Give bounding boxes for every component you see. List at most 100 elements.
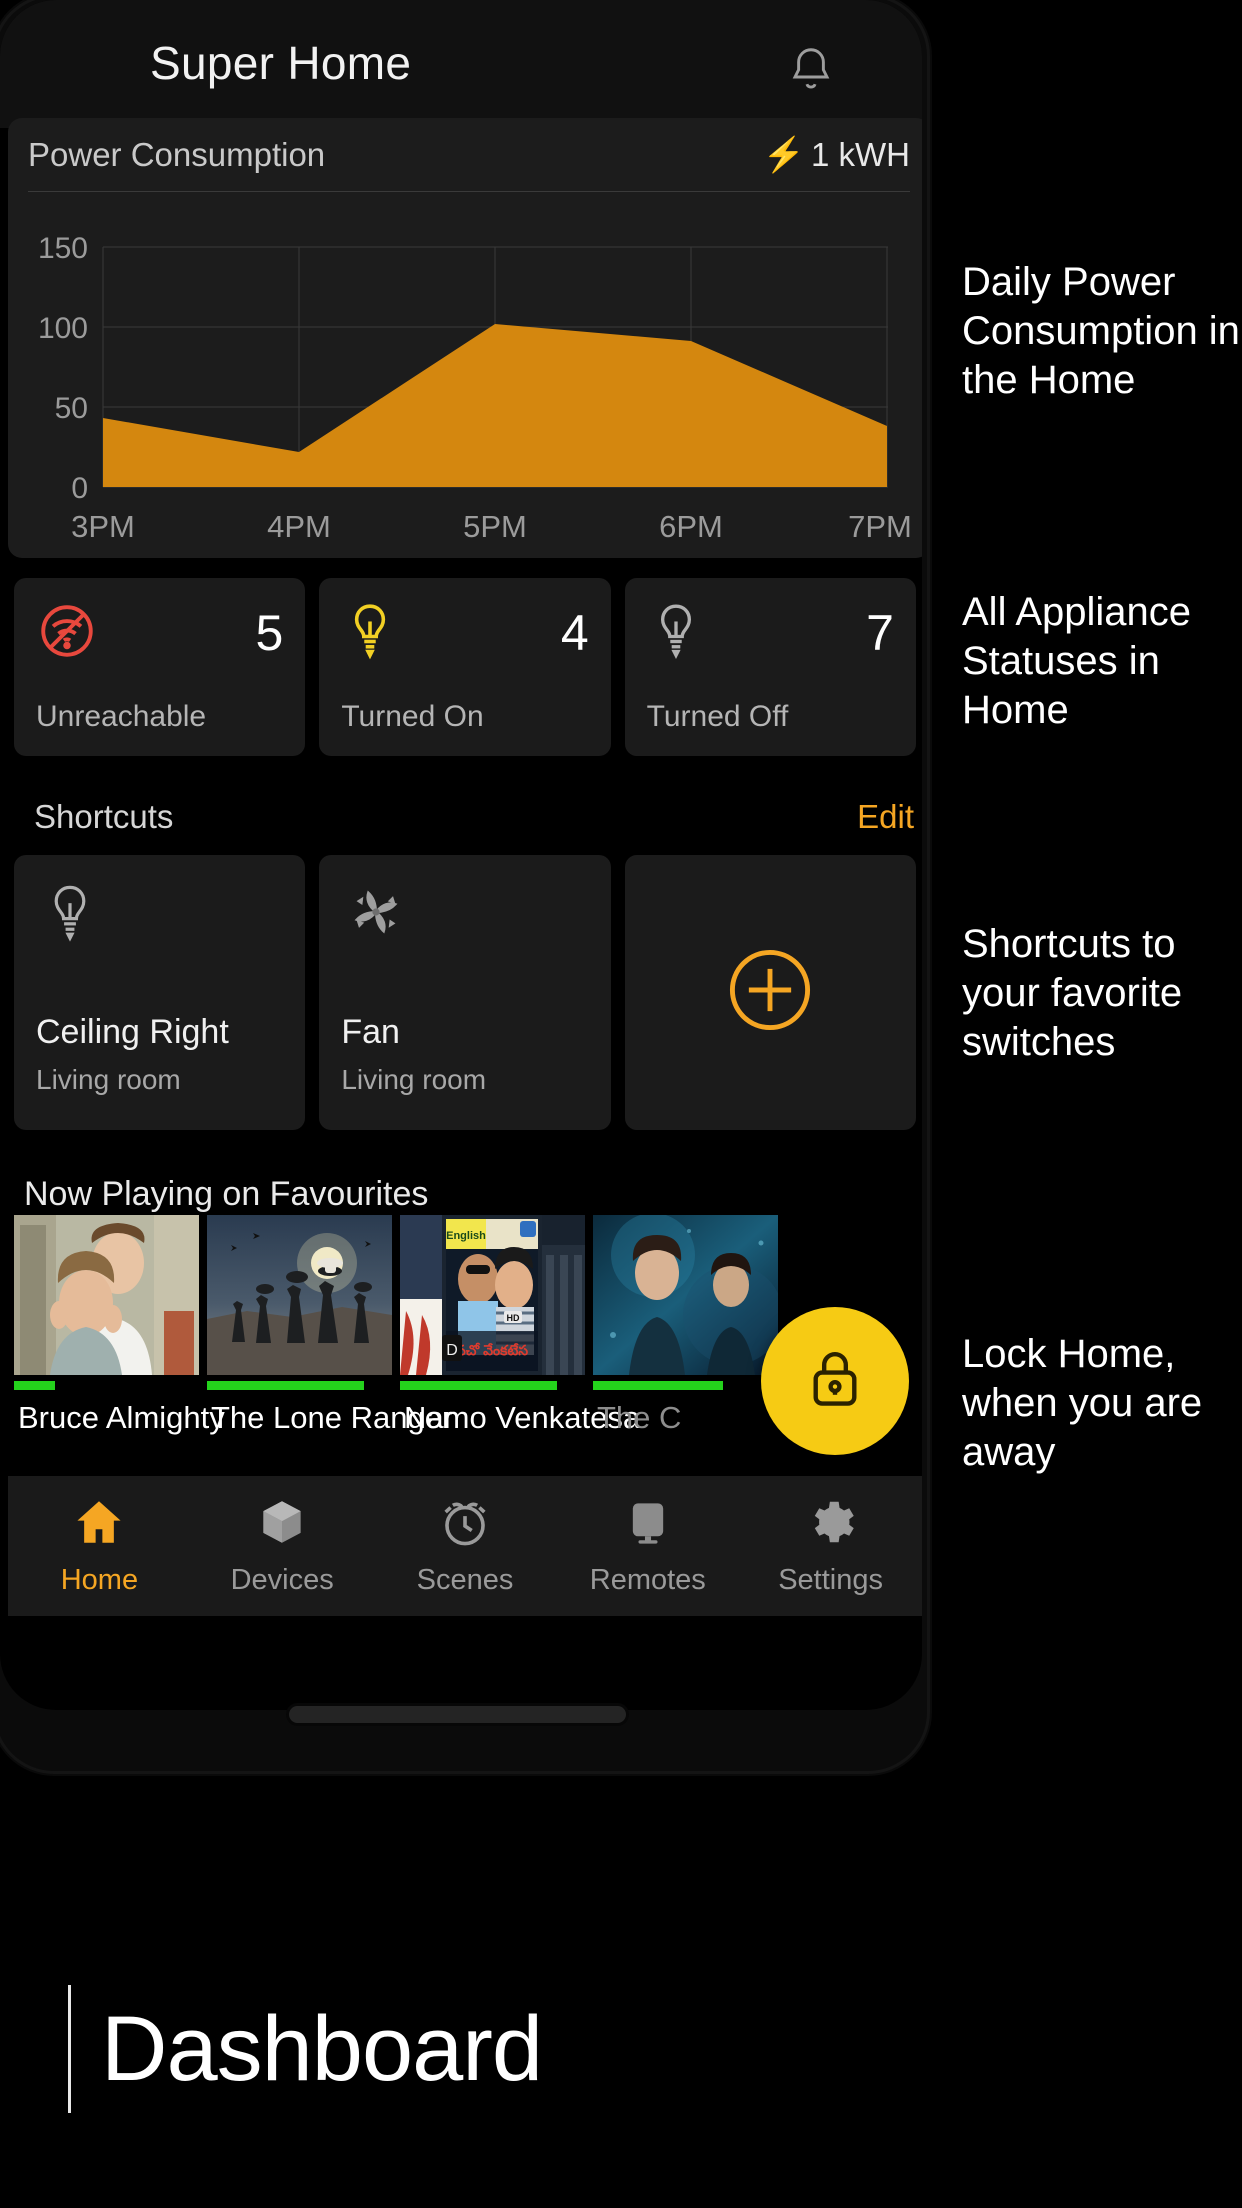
movie-thumbnail-namo-venkatesa: English నచో వేంకటేస D HD xyxy=(400,1215,585,1375)
lightning-bolt-icon: ⚡ xyxy=(762,135,805,174)
nav-item-scenes[interactable]: Scenes xyxy=(374,1495,557,1597)
movie-title: The C xyxy=(597,1400,682,1435)
status-card-row: 5 Unreachable 4 Turned On 7 Turned Off xyxy=(14,578,916,756)
annotation-power-consumption: Daily Power Consumption in the Home xyxy=(962,260,1240,402)
caption-rule xyxy=(68,1985,71,2113)
shortcut-room: Living room xyxy=(36,1064,181,1095)
annotation-appliance-statuses: All Appliance Statuses in Home xyxy=(962,590,1192,732)
status-card-top: 7 xyxy=(647,598,894,668)
movie-thumbnail-bruce-almighty xyxy=(14,1215,199,1375)
movie-thumbnail-lone-ranger xyxy=(207,1215,392,1375)
now-playing-item[interactable]: English నచో వేంకటేస D HD xyxy=(400,1215,585,1390)
now-playing-item[interactable] xyxy=(14,1215,199,1390)
progress-bar xyxy=(400,1381,558,1390)
svg-text:50: 50 xyxy=(55,392,88,425)
nav-label: Settings xyxy=(778,1564,883,1596)
nav-label: Home xyxy=(60,1564,139,1596)
now-playing-item[interactable] xyxy=(593,1215,778,1390)
svg-text:100: 100 xyxy=(38,312,88,345)
shortcut-card-fan[interactable]: Fan Living room xyxy=(319,855,611,1130)
phone-screen: Super Home Power Consumption ⚡ 1 kWH 150… xyxy=(0,0,922,1710)
status-card-turned-off[interactable]: 7 Turned Off xyxy=(624,578,916,756)
chart-area-series xyxy=(103,324,887,487)
screenshot-root: Super Home Power Consumption ⚡ 1 kWH 150… xyxy=(0,0,1242,2208)
shortcuts-title: Shortcuts xyxy=(34,798,174,835)
bulb-off-icon xyxy=(40,881,100,950)
movie-thumbnail-the-c xyxy=(593,1215,778,1375)
movie-title: Bruce Almighty xyxy=(18,1400,225,1435)
now-playing-item[interactable] xyxy=(207,1215,392,1390)
shortcut-card-ceiling-right[interactable]: Ceiling Right Living room xyxy=(14,855,306,1130)
svg-text:150: 150 xyxy=(38,232,88,265)
power-consumption-card[interactable]: Power Consumption ⚡ 1 kWH 150 100 50 0 3… xyxy=(8,118,922,558)
status-card-top: 5 xyxy=(36,598,283,668)
svg-text:D: D xyxy=(446,1342,458,1359)
app-header: Super Home xyxy=(0,0,922,128)
power-chart: 150 100 50 0 3PM 4PM 5PM 6PM 7PM xyxy=(8,192,922,552)
status-card-unreachable[interactable]: 5 Unreachable xyxy=(14,578,306,756)
status-label: Turned Off xyxy=(646,700,789,733)
movie-title: Namo Venkatesa xyxy=(404,1400,641,1435)
shortcuts-header: Shortcuts Edit xyxy=(34,798,914,836)
svg-text:0: 0 xyxy=(71,472,88,505)
svg-text:7PM: 7PM xyxy=(848,509,912,544)
page-title: Super Home xyxy=(150,37,412,89)
svg-text:4PM: 4PM xyxy=(267,509,331,544)
svg-text:6PM: 6PM xyxy=(659,509,723,544)
bottom-navigation: Home Devices Scenes Remotes Settings xyxy=(8,1476,922,1616)
svg-text:English: English xyxy=(446,1230,486,1242)
home-icon xyxy=(72,1495,126,1554)
svg-text:HD: HD xyxy=(507,1313,520,1323)
shortcut-add-button[interactable] xyxy=(624,855,916,1130)
status-count: 5 xyxy=(255,605,284,661)
shortcut-name: Ceiling Right xyxy=(36,1013,229,1051)
lock-home-button[interactable] xyxy=(761,1307,909,1455)
nav-label: Scenes xyxy=(416,1564,514,1596)
shortcut-name: Fan xyxy=(341,1013,400,1051)
status-label: Unreachable xyxy=(36,700,207,733)
nav-item-remotes[interactable]: Remotes xyxy=(556,1495,739,1597)
power-card-title: Power Consumption xyxy=(28,135,326,173)
nav-item-home[interactable]: Home xyxy=(8,1495,191,1597)
devices-cube-icon xyxy=(256,1495,308,1554)
bell-icon[interactable] xyxy=(784,42,838,103)
plus-circle-icon xyxy=(723,943,817,1042)
shortcut-room: Living room xyxy=(341,1064,487,1095)
annotation-shortcuts: Shortcuts to your favorite switches xyxy=(962,922,1183,1064)
power-card-header: Power Consumption ⚡ 1 kWH xyxy=(28,118,910,192)
status-label: Turned On xyxy=(341,700,484,733)
nav-item-devices[interactable]: Devices xyxy=(191,1495,374,1597)
svg-text:5PM: 5PM xyxy=(463,509,527,544)
chart-x-ticks: 3PM 4PM 5PM 6PM 7PM xyxy=(71,509,912,544)
wifi-off-icon xyxy=(36,600,98,667)
annotation-lock-home: Lock Home, when you are away xyxy=(962,1332,1203,1474)
fan-icon xyxy=(345,881,407,948)
home-indicator xyxy=(289,1706,626,1723)
nav-label: Devices xyxy=(230,1564,334,1596)
svg-text:నచో వేంకటేస: నచో వేంకటేస xyxy=(456,1342,528,1358)
nav-item-settings[interactable]: Settings xyxy=(739,1495,922,1597)
shortcuts-edit-button[interactable]: Edit xyxy=(857,798,914,836)
status-count: 7 xyxy=(866,605,894,661)
progress-bar xyxy=(14,1381,55,1390)
scenes-clock-icon xyxy=(438,1495,492,1554)
progress-bar xyxy=(593,1381,723,1390)
chart-y-ticks: 150 100 50 0 xyxy=(38,232,88,505)
settings-gear-icon xyxy=(804,1495,858,1554)
status-card-turned-on[interactable]: 4 Turned On xyxy=(319,578,611,756)
nav-label: Remotes xyxy=(589,1564,706,1596)
power-chart-svg: 150 100 50 0 3PM 4PM 5PM 6PM 7PM xyxy=(38,232,912,544)
now-playing-title: Now Playing on Favourites xyxy=(24,1175,429,1213)
bulb-off-icon xyxy=(647,600,705,667)
footer-caption: Dashboard xyxy=(68,1985,543,2113)
lock-icon xyxy=(799,1341,871,1422)
power-card-value-group: ⚡ 1 kWH xyxy=(763,136,910,174)
shortcuts-row: Ceiling Right Living room Fan Living roo… xyxy=(14,855,916,1130)
progress-bar xyxy=(207,1381,365,1390)
remotes-monitor-icon xyxy=(622,1495,674,1554)
caption-text: Dashboard xyxy=(101,1997,543,2100)
power-card-value: 1 kWH xyxy=(811,135,910,173)
movie-title: The Lone Ranger xyxy=(211,1400,453,1435)
bulb-on-icon xyxy=(341,600,399,667)
status-card-top: 4 xyxy=(341,598,589,668)
